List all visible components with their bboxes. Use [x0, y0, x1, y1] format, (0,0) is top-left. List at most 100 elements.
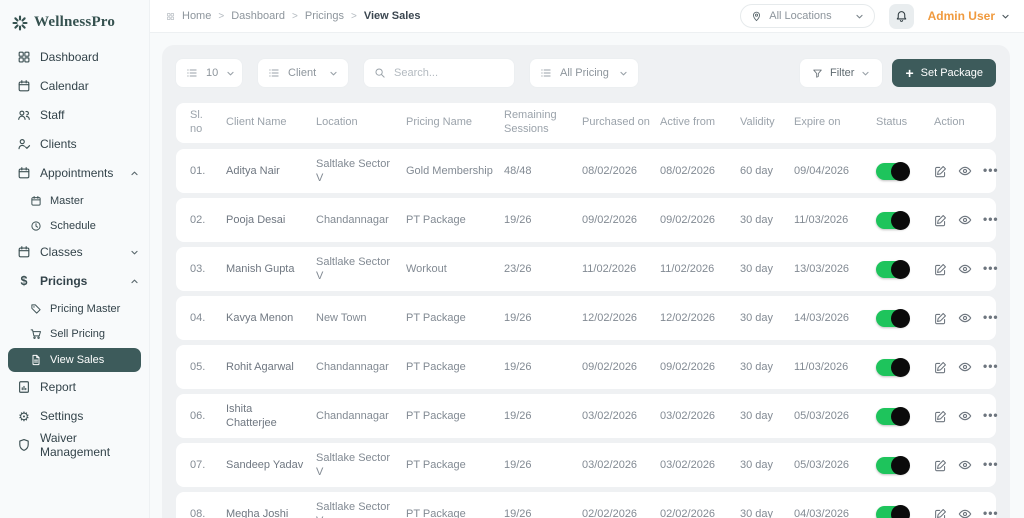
pricing-filter-select[interactable]: All Pricing — [530, 59, 638, 87]
sidebar-item-appointments[interactable]: Appointments — [0, 161, 149, 185]
more-options-icon[interactable]: ••• — [983, 212, 999, 228]
view-icon[interactable] — [958, 409, 972, 423]
cell-purchased: 02/02/2026 — [582, 507, 638, 518]
toggle-knob — [891, 357, 910, 377]
calendar-icon — [17, 245, 31, 259]
cell-expire: 05/03/2026 — [794, 458, 850, 471]
more-options-icon[interactable]: ••• — [983, 310, 999, 326]
view-icon[interactable] — [958, 262, 972, 276]
view-icon[interactable] — [958, 164, 972, 178]
cell-location: Saltlake Sector V — [316, 451, 390, 478]
more-options-icon[interactable]: ••• — [983, 359, 999, 375]
sidebar-item-calendar[interactable]: Calendar — [0, 74, 149, 98]
cell-action: ••• — [934, 163, 1009, 179]
table-row: 06. Ishita Chatterjee Chandannagar PT Packa… — [176, 394, 999, 438]
cell-location: Saltlake Sector V — [316, 255, 390, 282]
edit-icon[interactable] — [934, 263, 947, 276]
toggle-knob — [891, 504, 910, 518]
edit-icon[interactable] — [934, 165, 947, 178]
grid-icon — [17, 50, 31, 64]
notification-bell-icon[interactable] — [888, 3, 914, 29]
cell-expire: 05/03/2026 — [794, 409, 850, 422]
sidebar-item-pricing-master[interactable]: Pricing Master — [8, 298, 141, 320]
edit-icon[interactable] — [934, 508, 947, 518]
edit-icon[interactable] — [934, 312, 947, 325]
sidebar-item-master[interactable]: Master — [8, 190, 141, 212]
chevron-up-icon — [130, 277, 139, 286]
cell-pricing: PT Package — [406, 409, 466, 422]
list-icon — [186, 67, 198, 79]
sidebar-item-view-sales[interactable]: View Sales — [8, 348, 141, 372]
status-toggle[interactable] — [876, 259, 910, 279]
breadcrumb-pricings[interactable]: Pricings — [305, 10, 344, 22]
breadcrumb-home[interactable]: Home — [182, 10, 211, 22]
edit-icon[interactable] — [934, 361, 947, 374]
view-icon[interactable] — [958, 213, 972, 227]
more-options-icon[interactable]: ••• — [983, 261, 999, 277]
sidebar-item-clients[interactable]: Clients — [0, 132, 149, 156]
top-header: Home > Dashboard > Pricings > View Sales… — [150, 0, 1024, 33]
more-options-icon[interactable]: ••• — [983, 163, 999, 179]
sidebar-item-waiver-management[interactable]: Waiver Management — [0, 431, 149, 459]
status-toggle[interactable] — [876, 308, 910, 328]
cell-status — [876, 210, 934, 230]
cell-expire: 04/03/2026 — [794, 507, 850, 518]
breadcrumb-dashboard[interactable]: Dashboard — [231, 10, 285, 22]
table-toolbar: 10 Client All Pricing — [176, 59, 996, 87]
view-icon[interactable] — [958, 507, 972, 518]
clock-icon — [30, 220, 42, 232]
dollar-icon: $ — [20, 274, 28, 288]
cell-active: 12/02/2026 — [660, 311, 716, 324]
table-row: 03. Manish Gupta Saltlake Sector V Workout 2… — [176, 247, 999, 291]
breadcrumb-separator: > — [218, 10, 225, 22]
sidebar-item-report[interactable]: Report — [0, 375, 149, 399]
status-toggle[interactable] — [876, 357, 910, 377]
page-size-select[interactable]: 10 — [176, 59, 242, 87]
sidebar-item-label: Master — [50, 195, 84, 207]
status-toggle[interactable] — [876, 161, 910, 181]
sidebar-item-sell-pricing[interactable]: Sell Pricing — [8, 323, 141, 345]
user-menu[interactable]: Admin User — [928, 9, 1010, 23]
more-options-icon[interactable]: ••• — [983, 457, 999, 473]
sidebar-item-settings[interactable]: ⚙ Settings — [0, 404, 149, 428]
sidebar-item-dashboard[interactable]: Dashboard — [0, 45, 149, 69]
view-icon[interactable] — [958, 458, 972, 472]
status-toggle[interactable] — [876, 504, 910, 518]
sidebar-item-schedule[interactable]: Schedule — [8, 215, 141, 237]
cell-action: ••• — [934, 359, 1009, 375]
set-package-button[interactable]: + Set Package — [892, 59, 996, 87]
edit-icon[interactable] — [934, 214, 947, 227]
sidebar-item-staff[interactable]: Staff — [0, 103, 149, 127]
edit-icon[interactable] — [934, 410, 947, 423]
cell-purchased: 09/02/2026 — [582, 213, 638, 226]
breadcrumb: Home > Dashboard > Pricings > View Sales — [166, 10, 421, 22]
more-options-icon[interactable]: ••• — [983, 506, 999, 518]
cell-active: 03/02/2026 — [660, 409, 716, 422]
table-row: 04. Kavya Menon New Town PT Package 19/26 12/… — [176, 296, 999, 340]
search-input[interactable] — [394, 67, 504, 79]
sidebar-item-label: Dashboard — [40, 50, 99, 64]
bloom-logo-icon — [12, 14, 28, 31]
chevron-down-icon — [329, 69, 338, 78]
column-header: Remaining Sessions — [504, 109, 557, 135]
sidebar-item-classes[interactable]: Classes — [0, 240, 149, 264]
location-selector-value: All Locations — [769, 10, 832, 22]
entity-filter-select[interactable]: Client — [258, 59, 348, 87]
toggle-knob — [891, 210, 910, 230]
view-icon[interactable] — [958, 311, 972, 325]
sidebar-item-label: Sell Pricing — [50, 328, 106, 340]
status-toggle[interactable] — [876, 406, 910, 426]
breadcrumb-current: View Sales — [363, 10, 421, 22]
sidebar-item-pricings[interactable]: $ Pricings — [0, 269, 149, 293]
cell-sl: 01. — [190, 164, 206, 177]
column-header: Validity — [740, 116, 775, 129]
more-options-icon[interactable]: ••• — [983, 408, 999, 424]
sidebar-item-label: Appointments — [40, 166, 114, 180]
status-toggle[interactable] — [876, 210, 910, 230]
sidebar-item-label: Clients — [40, 137, 77, 151]
view-icon[interactable] — [958, 360, 972, 374]
status-toggle[interactable] — [876, 455, 910, 475]
edit-icon[interactable] — [934, 459, 947, 472]
filter-button[interactable]: Filter — [799, 59, 883, 87]
location-selector[interactable]: All Locations — [740, 4, 875, 28]
